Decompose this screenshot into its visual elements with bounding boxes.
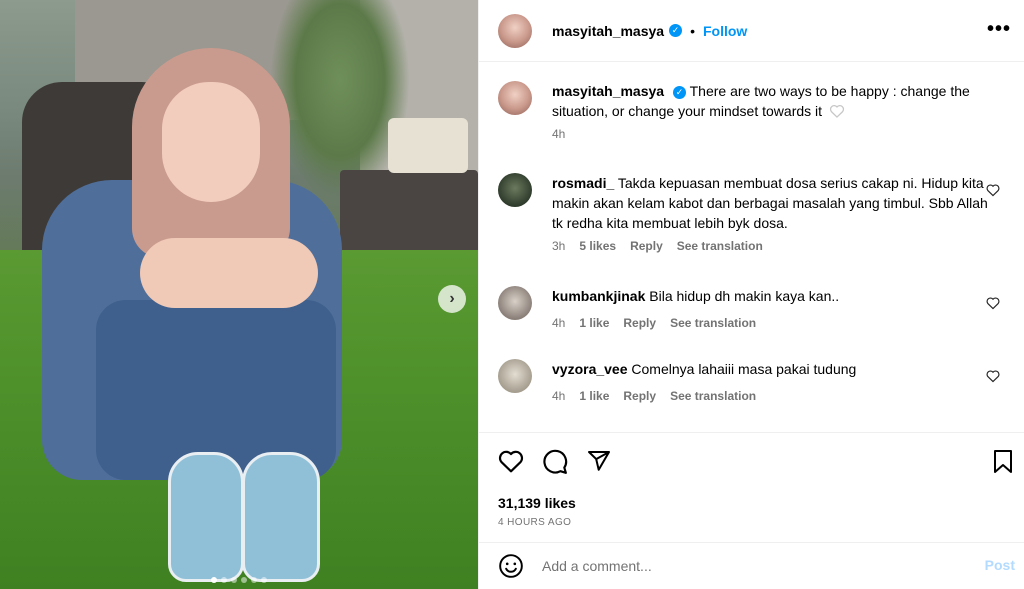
comment-text: Comelnya lahaiii masa pakai tudung xyxy=(631,361,857,377)
comment-composer: Post xyxy=(479,542,1024,589)
bookmark-icon[interactable] xyxy=(991,449,1015,475)
avatar[interactable] xyxy=(498,173,532,207)
carousel-dot xyxy=(241,577,247,583)
separator-dot: • xyxy=(690,22,695,39)
comment-body: kumbankjinak Bila hidup dh makin kaya ka… xyxy=(552,286,998,320)
caption-meta: 4h xyxy=(552,127,1008,141)
photo-person-shoe xyxy=(168,452,244,582)
carousel-dot xyxy=(221,577,227,583)
likes-count[interactable]: 31,139 likes xyxy=(498,495,576,511)
comment-likes[interactable]: 1 like xyxy=(579,316,609,330)
reply-button[interactable]: Reply xyxy=(630,239,663,253)
comment-text: Bila hidup dh makin kaya kan.. xyxy=(649,288,840,304)
author-username[interactable]: masyitah_masya xyxy=(552,23,664,39)
carousel-dot xyxy=(231,577,237,583)
carousel-dot xyxy=(251,577,257,583)
heart-outline-icon xyxy=(829,105,844,118)
carousel-dot xyxy=(261,577,267,583)
comment-time: 4h xyxy=(552,389,566,403)
comment-time: 3h xyxy=(552,239,566,253)
post-caption: masyitah_masya ✓ There are two ways to b… xyxy=(498,81,1008,141)
heart-icon[interactable] xyxy=(498,449,524,473)
photo-cushion xyxy=(388,118,468,173)
comment-likes[interactable]: 5 likes xyxy=(579,239,616,253)
caption-body: masyitah_masya ✓ There are two ways to b… xyxy=(552,81,998,121)
carousel-dot xyxy=(211,577,217,583)
photo-person-shoe xyxy=(242,452,320,582)
like-comment-icon[interactable] xyxy=(986,296,1000,310)
comment-username[interactable]: vyzora_vee xyxy=(552,361,628,377)
verified-badge-icon: ✓ xyxy=(672,86,686,99)
comment-item: kumbankjinak Bila hidup dh makin kaya ka… xyxy=(498,286,1008,330)
see-translation-button[interactable]: See translation xyxy=(677,239,763,253)
paper-plane-icon[interactable] xyxy=(586,449,612,473)
action-bar: 31,139 likes 4 HOURS AGO xyxy=(479,432,1024,542)
photo-person-arms xyxy=(140,238,318,308)
post-timestamp: 4 HOURS AGO xyxy=(498,517,572,528)
verified-badge-icon: ✓ xyxy=(669,24,683,37)
carousel-dots xyxy=(0,577,478,583)
comment-likes[interactable]: 1 like xyxy=(579,389,609,403)
post-header: masyitah_masya ✓ • Follow ••• xyxy=(479,0,1024,62)
avatar[interactable] xyxy=(498,81,532,115)
photo-person-face xyxy=(162,82,260,202)
comment-text: Takda kepuasan membuat dosa serius cakap… xyxy=(552,175,988,231)
follow-button[interactable]: Follow xyxy=(703,23,747,39)
comment-item: vyzora_vee Comelnya lahaiii masa pakai t… xyxy=(498,359,1008,403)
smiley-icon[interactable] xyxy=(498,553,524,579)
see-translation-button[interactable]: See translation xyxy=(670,389,756,403)
comment-input[interactable] xyxy=(542,558,962,574)
caption-time: 4h xyxy=(552,127,566,141)
comment-icon[interactable] xyxy=(542,449,568,475)
post-comment-button[interactable]: Post xyxy=(985,557,1015,573)
comment-body: vyzora_vee Comelnya lahaiii masa pakai t… xyxy=(552,359,998,393)
action-icons xyxy=(498,449,612,475)
comment-username[interactable]: rosmadi_ xyxy=(552,175,614,191)
comment-username[interactable]: kumbankjinak xyxy=(552,288,645,304)
like-comment-icon[interactable] xyxy=(986,369,1000,383)
comment-meta: 3h 5 likes Reply See translation xyxy=(552,239,1008,253)
reply-button[interactable]: Reply xyxy=(623,389,656,403)
avatar[interactable] xyxy=(498,286,532,320)
reply-button[interactable]: Reply xyxy=(623,316,656,330)
chevron-right-icon: › xyxy=(449,290,455,307)
avatar[interactable] xyxy=(498,13,532,48)
ellipsis-icon[interactable]: ••• xyxy=(987,18,1011,41)
post-photo: › xyxy=(0,0,478,589)
comment-time: 4h xyxy=(552,316,566,330)
caption-username[interactable]: masyitah_masya xyxy=(552,83,664,99)
comment-body: rosmadi_ Takda kepuasan membuat dosa ser… xyxy=(552,173,998,233)
avatar[interactable] xyxy=(498,359,532,393)
next-photo-button[interactable]: › xyxy=(438,285,466,313)
like-comment-icon[interactable] xyxy=(986,183,1000,197)
post-sidebar: masyitah_masya ✓ • Follow ••• masyitah_m… xyxy=(478,0,1024,589)
comment-item: rosmadi_ Takda kepuasan membuat dosa ser… xyxy=(498,173,1008,253)
see-translation-button[interactable]: See translation xyxy=(670,316,756,330)
